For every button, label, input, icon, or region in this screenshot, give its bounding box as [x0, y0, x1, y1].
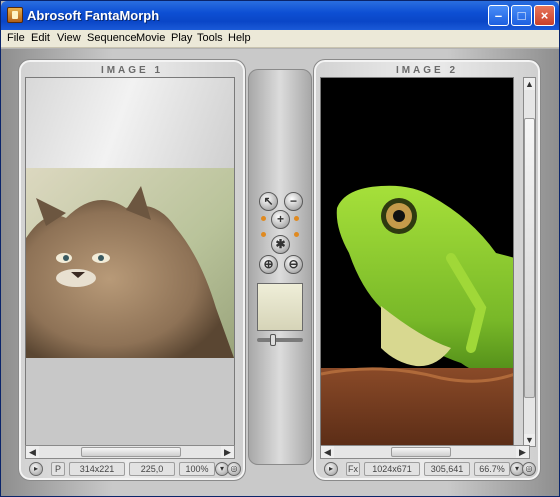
menu-tools[interactable]: Tools [197, 32, 223, 44]
scroll-right-icon[interactable]: ▶ [516, 446, 529, 458]
image2-menu-icon[interactable]: ▸ [324, 462, 338, 476]
menu-file[interactable]: File [7, 32, 25, 44]
maximize-button[interactable]: □ [511, 5, 532, 26]
image1-view[interactable] [25, 77, 235, 447]
scroll-left-icon[interactable]: ◀ [26, 446, 39, 458]
dot-icon [294, 216, 299, 221]
dot-icon [261, 232, 266, 237]
image2-fit-icon[interactable]: ◎ [522, 462, 536, 476]
scroll-right-icon[interactable]: ▶ [221, 446, 234, 458]
image1-status-bar: ▸ P 314x221 225,0 100% ▾ ◎ [23, 461, 241, 477]
center-tool-icon[interactable]: ✱ [271, 235, 290, 254]
image2-panel: IMAGE 2 ▲ ▼ ◀ ▶ ▸ Fx 1024x671 305,641 66… [313, 59, 541, 481]
image1-zoom[interactable]: 100% [179, 462, 215, 476]
scroll-up-icon[interactable]: ▲ [524, 78, 535, 90]
minimize-button[interactable]: – [488, 5, 509, 26]
menu-help[interactable]: Help [228, 32, 251, 44]
image2-zoom[interactable]: 66.7% [474, 462, 510, 476]
remove-point-icon[interactable]: − [284, 192, 303, 211]
close-button[interactable]: × [534, 5, 555, 26]
window-title: Abrosoft FantaMorph [27, 8, 160, 23]
scroll-thumb[interactable] [524, 118, 535, 398]
image2-mode: Fx [346, 462, 360, 476]
pointer-tool-icon[interactable]: ↖ [259, 192, 278, 211]
scroll-left-icon[interactable]: ◀ [321, 446, 334, 458]
menu-sequence[interactable]: Sequence [87, 32, 137, 44]
image1-hscroll[interactable]: ◀ ▶ [25, 445, 235, 459]
title-bar[interactable]: Abrosoft FantaMorph – □ × [1, 1, 559, 30]
image1-fit-icon[interactable]: ◎ [227, 462, 241, 476]
image2-size: 1024x671 [364, 462, 420, 476]
image2-vscroll[interactable]: ▲ ▼ [523, 77, 536, 447]
image2-coords: 305,641 [424, 462, 470, 476]
image1-size: 314x221 [69, 462, 125, 476]
add-point-icon[interactable]: + [271, 210, 290, 229]
dot-icon [261, 216, 266, 221]
dot-icon [294, 232, 299, 237]
app-window: Abrosoft FantaMorph – □ × File Edit View… [0, 0, 560, 497]
image1-mode: P [51, 462, 65, 476]
menu-play[interactable]: Play [171, 32, 192, 44]
image1-title: IMAGE 1 [100, 65, 164, 76]
scroll-thumb[interactable] [391, 447, 451, 457]
image2-view[interactable] [320, 77, 514, 447]
zoom-in-icon[interactable]: ⊕ [259, 255, 278, 274]
image2-title: IMAGE 2 [395, 65, 459, 76]
image1-background [26, 78, 234, 168]
image2-hscroll[interactable]: ◀ ▶ [320, 445, 530, 459]
scroll-thumb[interactable] [81, 447, 181, 457]
center-control-strip: ↖ − + ✱ ⊕ ⊖ [248, 69, 312, 465]
slider-knob[interactable] [270, 334, 276, 346]
morph-preview[interactable] [257, 283, 303, 331]
menu-view[interactable]: View [57, 32, 81, 44]
app-icon [7, 7, 23, 23]
image1-menu-icon[interactable]: ▸ [29, 462, 43, 476]
morph-slider[interactable] [257, 334, 303, 346]
image1-coords: 225,0 [129, 462, 175, 476]
zoom-out-icon[interactable]: ⊖ [284, 255, 303, 274]
image2-status-bar: ▸ Fx 1024x671 305,641 66.7% ▾ ◎ [318, 461, 536, 477]
menu-edit[interactable]: Edit [31, 32, 50, 44]
menu-bar: File Edit View Sequence Movie Play Tools… [1, 30, 559, 48]
frog-image [321, 78, 513, 446]
cougar-image [26, 168, 234, 358]
image1-panel: IMAGE 1 ◀ ▶ ▸ P 314x221 225,0 100% ▾ ◎ [18, 59, 246, 481]
menu-movie[interactable]: Movie [136, 32, 165, 44]
